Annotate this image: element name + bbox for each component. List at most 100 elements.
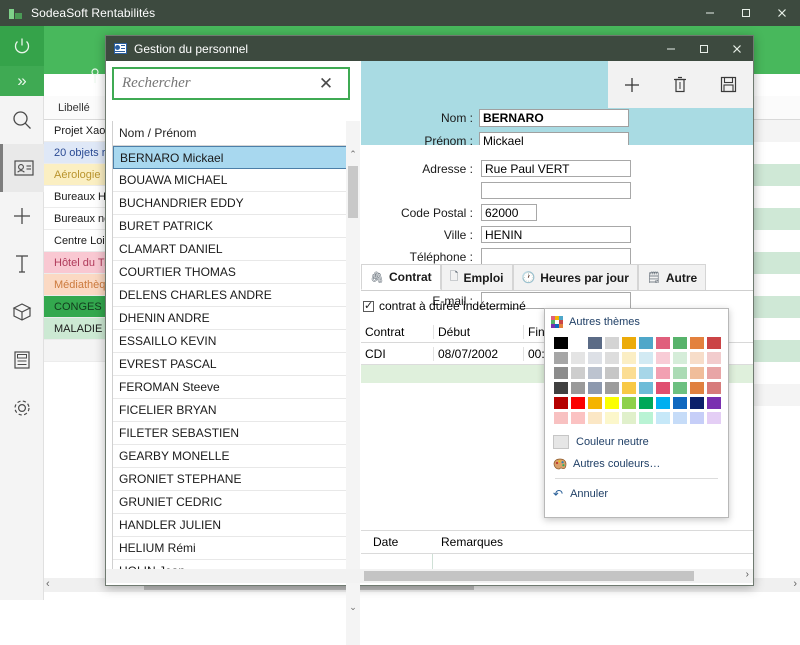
- color-swatch[interactable]: [604, 381, 620, 395]
- color-swatch[interactable]: [570, 411, 586, 425]
- list-item[interactable]: ESSAILLO KEVIN: [113, 330, 349, 353]
- color-swatch[interactable]: [638, 351, 654, 365]
- color-swatch[interactable]: [689, 396, 705, 410]
- list-scrollbar-thumb[interactable]: [348, 166, 358, 218]
- scroll-left-icon[interactable]: ‹: [46, 578, 50, 590]
- list-item[interactable]: BOUAWA MICHAEL: [113, 169, 349, 192]
- back-button[interactable]: [46, 66, 86, 96]
- list-item[interactable]: GRUNIET CEDRIC: [113, 491, 349, 514]
- color-swatch[interactable]: [570, 336, 586, 350]
- color-swatch[interactable]: [587, 411, 603, 425]
- color-swatch[interactable]: [553, 396, 569, 410]
- list-item[interactable]: BERNARO Mickael: [113, 146, 349, 169]
- rail-search-button[interactable]: [0, 96, 44, 144]
- color-swatch[interactable]: [604, 411, 620, 425]
- expand-sidebar-button[interactable]: »: [0, 66, 44, 96]
- color-swatch[interactable]: [553, 381, 569, 395]
- color-swatch[interactable]: [638, 336, 654, 350]
- color-swatch[interactable]: [672, 336, 688, 350]
- list-item[interactable]: BURET PATRICK: [113, 215, 349, 238]
- color-swatch[interactable]: [587, 351, 603, 365]
- color-swatch[interactable]: [689, 381, 705, 395]
- tab-contrat[interactable]: 🖇 Contrat: [361, 264, 441, 290]
- other-themes-item[interactable]: Autres thèmes: [545, 312, 728, 332]
- list-item[interactable]: FEROMAN Steeve: [113, 376, 349, 399]
- tab-heures-par-jour[interactable]: 🕐 Heures par jour: [512, 264, 638, 290]
- rail-add-button[interactable]: [0, 192, 44, 240]
- pin-icon[interactable]: [90, 68, 100, 87]
- color-swatch-grid[interactable]: [553, 336, 728, 425]
- form-field[interactable]: [481, 226, 631, 243]
- color-swatch[interactable]: [621, 336, 637, 350]
- dialog-horizontal-scrollbar[interactable]: ›: [106, 569, 753, 583]
- color-swatch[interactable]: [706, 366, 722, 380]
- scroll-right-icon[interactable]: ›: [793, 578, 797, 590]
- color-swatch[interactable]: [570, 366, 586, 380]
- rail-personnel-button[interactable]: [0, 144, 44, 192]
- personnel-list[interactable]: Nom / Prénom BERNARO Mickael BOUAWA MICHA…: [112, 121, 350, 579]
- color-swatch[interactable]: [672, 411, 688, 425]
- color-swatch[interactable]: [689, 336, 705, 350]
- scrollbar-thumb[interactable]: [364, 571, 694, 581]
- list-vertical-scrollbar[interactable]: ⌃ ⌄: [346, 121, 360, 645]
- form-field[interactable]: [481, 160, 631, 177]
- color-swatch[interactable]: [587, 396, 603, 410]
- color-swatch[interactable]: [638, 411, 654, 425]
- color-swatch[interactable]: [655, 396, 671, 410]
- color-swatch[interactable]: [604, 351, 620, 365]
- color-swatch[interactable]: [587, 336, 603, 350]
- app-maximize-button[interactable]: [728, 0, 764, 26]
- color-swatch[interactable]: [570, 381, 586, 395]
- list-item[interactable]: COURTIER THOMAS: [113, 261, 349, 284]
- list-item[interactable]: GEARBY MONELLE: [113, 445, 349, 468]
- color-swatch[interactable]: [638, 381, 654, 395]
- color-swatch[interactable]: [621, 396, 637, 410]
- list-item[interactable]: FILETER SEBASTIEN: [113, 422, 349, 445]
- color-swatch[interactable]: [672, 366, 688, 380]
- list-item[interactable]: BUCHANDRIER EDDY: [113, 192, 349, 215]
- checkbox-icon[interactable]: [363, 299, 374, 312]
- color-swatch[interactable]: [621, 351, 637, 365]
- color-swatch[interactable]: [672, 351, 688, 365]
- app-close-button[interactable]: [764, 0, 800, 26]
- color-swatch[interactable]: [655, 366, 671, 380]
- nom-field[interactable]: [479, 109, 629, 127]
- color-swatch[interactable]: [706, 381, 722, 395]
- color-swatch[interactable]: [706, 411, 722, 425]
- color-swatch[interactable]: [604, 366, 620, 380]
- color-swatch[interactable]: [638, 396, 654, 410]
- list-item[interactable]: CLAMART DANIEL: [113, 238, 349, 261]
- neutral-color-swatch[interactable]: [553, 435, 569, 449]
- save-button[interactable]: [710, 66, 748, 104]
- power-button[interactable]: [0, 26, 44, 66]
- list-item[interactable]: EVREST PASCAL: [113, 353, 349, 376]
- color-swatch[interactable]: [689, 411, 705, 425]
- dialog-minimize-button[interactable]: [654, 36, 687, 61]
- tab-emploi[interactable]: 🗋 Emploi: [440, 264, 513, 290]
- search-box[interactable]: ✕: [112, 67, 350, 100]
- color-swatch[interactable]: [638, 366, 654, 380]
- rail-articles-button[interactable]: [0, 288, 44, 336]
- dialog-close-button[interactable]: [720, 36, 753, 61]
- color-swatch[interactable]: [553, 336, 569, 350]
- list-item[interactable]: DELENS CHARLES ANDRE: [113, 284, 349, 307]
- search-input[interactable]: [114, 74, 310, 93]
- list-item[interactable]: HELIUM Rémi: [113, 537, 349, 560]
- color-swatch[interactable]: [655, 381, 671, 395]
- color-swatch[interactable]: [706, 396, 722, 410]
- neutral-color-item[interactable]: Couleur neutre: [545, 431, 728, 453]
- color-swatch[interactable]: [672, 396, 688, 410]
- dialog-maximize-button[interactable]: [687, 36, 720, 61]
- rail-measure-button[interactable]: [0, 240, 44, 288]
- color-swatch[interactable]: [553, 366, 569, 380]
- color-swatch[interactable]: [655, 336, 671, 350]
- color-swatch[interactable]: [604, 396, 620, 410]
- list-item[interactable]: GRONIET STEPHANE: [113, 468, 349, 491]
- color-swatch[interactable]: [553, 411, 569, 425]
- color-swatch[interactable]: [570, 396, 586, 410]
- cdi-checkbox[interactable]: contrat à durée indéterminé: [363, 299, 526, 313]
- color-swatch[interactable]: [689, 351, 705, 365]
- tab-autre[interactable]: 🗒 Autre: [637, 264, 707, 290]
- color-swatch[interactable]: [672, 381, 688, 395]
- color-swatch[interactable]: [570, 351, 586, 365]
